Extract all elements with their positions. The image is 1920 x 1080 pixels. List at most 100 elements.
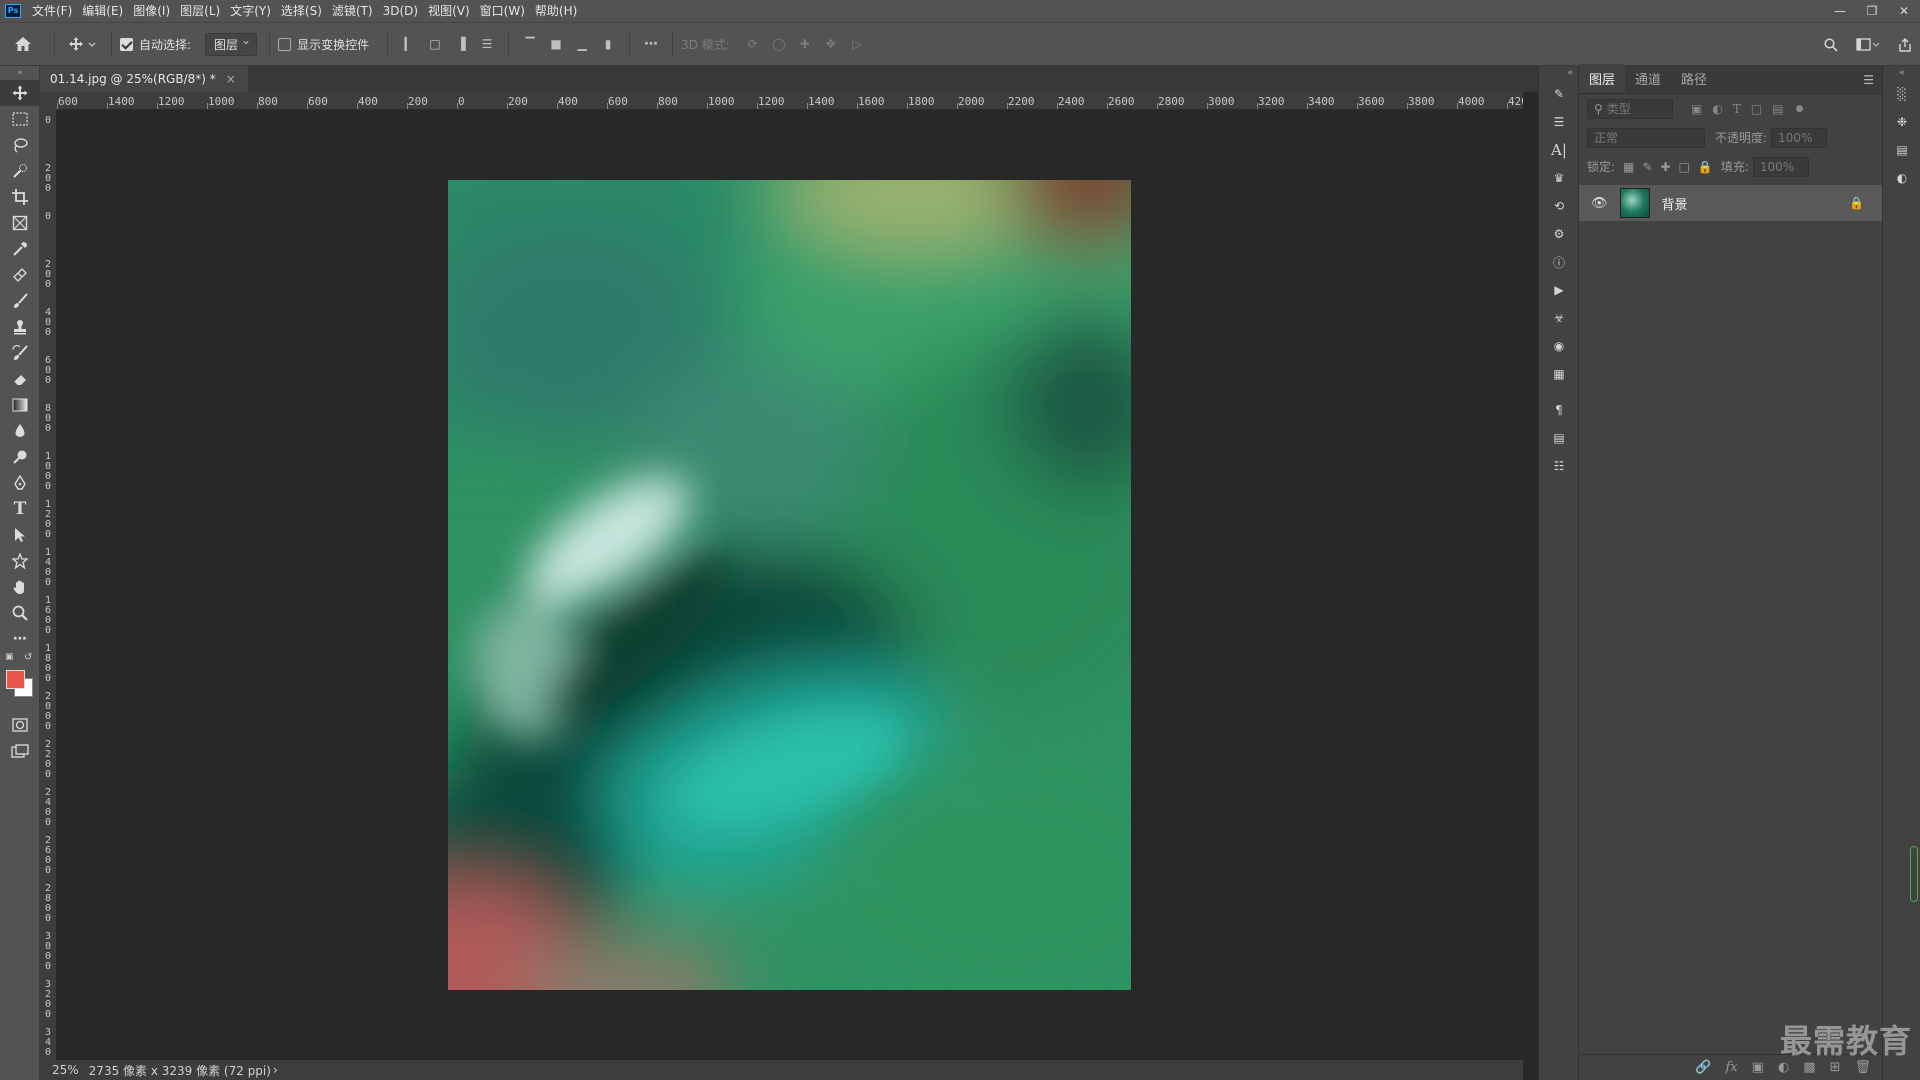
hand-tool-icon[interactable] bbox=[0, 574, 40, 600]
menu-window[interactable]: 窗口(W) bbox=[475, 0, 530, 22]
filter-pixel-icon[interactable]: ▣ bbox=[1691, 102, 1702, 116]
search-icon[interactable] bbox=[1816, 31, 1846, 59]
adjustments-icon[interactable]: ◐ bbox=[1883, 164, 1920, 192]
history-icon[interactable]: ⟲ bbox=[1539, 192, 1579, 220]
menu-select[interactable]: 选择(S) bbox=[276, 0, 327, 22]
foreground-color-swatch[interactable] bbox=[6, 670, 25, 689]
close-icon[interactable]: ✕ bbox=[1888, 0, 1920, 22]
collapse-strip-icon[interactable]: « bbox=[1539, 66, 1579, 80]
expand-panels-icon[interactable]: « bbox=[1883, 66, 1920, 80]
layer-name[interactable]: 背景 bbox=[1662, 194, 1688, 213]
gradient-tool-icon[interactable] bbox=[0, 392, 40, 418]
marquee-tool-icon[interactable] bbox=[0, 106, 40, 132]
opacity-input[interactable]: 100% bbox=[1771, 127, 1828, 148]
filter-toggle-icon[interactable]: ● bbox=[1796, 104, 1804, 114]
fill-input[interactable]: 100% bbox=[1752, 156, 1809, 177]
quick-select-tool-icon[interactable] bbox=[0, 158, 40, 184]
move-tool-preset-icon[interactable] bbox=[63, 30, 103, 58]
menu-type[interactable]: 文字(Y) bbox=[225, 0, 276, 22]
lock-artboard-icon[interactable]: □ bbox=[1679, 160, 1690, 174]
align-hcenter-icon[interactable]: □ bbox=[422, 37, 448, 51]
filter-adjustment-icon[interactable]: ◐ bbox=[1712, 102, 1722, 116]
healing-brush-tool-icon[interactable] bbox=[0, 262, 40, 288]
actions-play-icon[interactable]: ▶ bbox=[1539, 276, 1579, 304]
3d-roll-icon[interactable]: ◯ bbox=[766, 37, 792, 51]
3d-slide-icon[interactable]: ✥ bbox=[818, 37, 844, 51]
minimize-icon[interactable]: — bbox=[1824, 0, 1856, 22]
adjustment-layer-icon[interactable]: ◐ bbox=[1778, 1060, 1789, 1075]
menu-edit[interactable]: 编辑(E) bbox=[77, 0, 128, 22]
3d-pan-icon[interactable]: ✚ bbox=[792, 37, 818, 51]
path-selection-tool-icon[interactable] bbox=[0, 522, 40, 548]
align-left-icon[interactable]: ▎ bbox=[396, 37, 422, 51]
move-tool-icon[interactable] bbox=[0, 80, 40, 106]
navigator-icon[interactable]: ❉ bbox=[1883, 108, 1920, 136]
notes-icon[interactable]: ☷ bbox=[1539, 452, 1579, 480]
brush-tool-icon[interactable] bbox=[0, 288, 40, 314]
new-group-folder-icon[interactable]: ▩ bbox=[1803, 1060, 1815, 1075]
paragraph-icon[interactable]: ¶ bbox=[1539, 396, 1579, 424]
clone-stamp-tool-icon[interactable] bbox=[0, 314, 40, 340]
align-vcenter-icon[interactable]: ■ bbox=[543, 37, 569, 51]
blur-tool-icon[interactable] bbox=[0, 418, 40, 444]
status-menu-arrow-icon[interactable]: › bbox=[273, 1063, 278, 1077]
custom-shape-tool-icon[interactable] bbox=[0, 548, 40, 574]
link-layers-icon[interactable]: 🔗 bbox=[1695, 1060, 1711, 1075]
histogram-icon[interactable]: ░ bbox=[1883, 80, 1920, 108]
align-top-icon[interactable]: ▔ bbox=[517, 37, 543, 51]
clone-source-icon[interactable]: ♛ bbox=[1539, 164, 1579, 192]
blend-mode-dropdown[interactable]: 正常 bbox=[1587, 127, 1705, 148]
canvas-area[interactable] bbox=[57, 110, 1523, 1060]
swap-colors-icon[interactable]: ↺ bbox=[24, 652, 32, 663]
more-options-icon[interactable]: ⋯ bbox=[638, 36, 664, 52]
zoom-tool-icon[interactable] bbox=[0, 600, 40, 626]
menu-layer[interactable]: 图层(L) bbox=[175, 0, 225, 22]
lasso-tool-icon[interactable] bbox=[0, 132, 40, 158]
layer-row[interactable]: 👁 背景 🔒 bbox=[1579, 185, 1882, 221]
eraser-tool-icon[interactable] bbox=[0, 366, 40, 392]
auto-select-checkbox[interactable] bbox=[120, 37, 133, 51]
history-brush-tool-icon[interactable] bbox=[0, 340, 40, 366]
menu-view[interactable]: 视图(V) bbox=[423, 0, 475, 22]
screen-mode-icon[interactable] bbox=[0, 738, 40, 764]
collapse-toolbar-icon[interactable]: » bbox=[0, 66, 40, 80]
ruler-origin[interactable] bbox=[40, 92, 57, 110]
lock-transparent-icon[interactable]: ▦ bbox=[1623, 160, 1634, 174]
new-layer-icon[interactable]: ⊞ bbox=[1830, 1060, 1841, 1075]
pen-tool-icon[interactable] bbox=[0, 470, 40, 496]
swatches-grid-icon[interactable]: ▦ bbox=[1539, 360, 1579, 388]
menu-file[interactable]: 文件(F) bbox=[27, 0, 77, 22]
frame-tool-icon[interactable] bbox=[0, 210, 40, 236]
restore-icon[interactable]: ❐ bbox=[1856, 0, 1888, 22]
share-icon[interactable] bbox=[1890, 31, 1920, 59]
info-icon[interactable]: ⓘ bbox=[1539, 248, 1579, 276]
brushes-icon[interactable]: ☣ bbox=[1539, 304, 1579, 332]
align-right-icon[interactable]: ▐ bbox=[448, 37, 474, 51]
menu-help[interactable]: 帮助(H) bbox=[530, 0, 582, 22]
edit-toolbar-icon[interactable]: ⋯ bbox=[0, 626, 40, 652]
3d-orbit-icon[interactable]: ⟳ bbox=[740, 37, 766, 51]
menu-image[interactable]: 图像(I) bbox=[128, 0, 175, 22]
tab-channels[interactable]: 通道 bbox=[1625, 69, 1671, 93]
lock-all-icon[interactable]: 🔒 bbox=[1698, 160, 1713, 174]
layer-style-fx-icon[interactable]: fx bbox=[1725, 1060, 1737, 1075]
horizontal-ruler[interactable]: 600 1400 1200 1000 800 600 400 200 0 200 400 600 800… bbox=[57, 92, 1523, 110]
crop-tool-icon[interactable] bbox=[0, 184, 40, 210]
3d-camera-icon[interactable]: ▷ bbox=[844, 37, 870, 51]
add-mask-icon[interactable]: ▣ bbox=[1752, 1060, 1764, 1075]
auto-select-dropdown[interactable]: 图层 bbox=[205, 32, 258, 56]
lock-image-icon[interactable]: ✎ bbox=[1642, 160, 1652, 174]
filter-type-icon[interactable]: T bbox=[1733, 102, 1741, 116]
visibility-eye-icon[interactable]: 👁 bbox=[1591, 196, 1608, 211]
lock-position-icon[interactable]: ✚ bbox=[1660, 160, 1670, 174]
quick-mask-icon[interactable] bbox=[0, 712, 40, 738]
filter-shape-icon[interactable]: □ bbox=[1751, 102, 1762, 116]
character-panel-icon[interactable]: A| bbox=[1539, 136, 1579, 164]
vertical-ruler[interactable]: 0 200 0 200 400 600 800 1000 1200 1400 1600 1800 200… bbox=[40, 110, 57, 1060]
default-colors-icon[interactable]: ▣ bbox=[5, 652, 14, 662]
home-icon[interactable] bbox=[0, 30, 46, 58]
align-bottom-icon[interactable]: ▁ bbox=[569, 37, 595, 51]
menu-filter[interactable]: 滤镜(T) bbox=[327, 0, 378, 22]
workspace-icon[interactable] bbox=[1850, 31, 1886, 59]
dodge-tool-icon[interactable] bbox=[0, 444, 40, 470]
